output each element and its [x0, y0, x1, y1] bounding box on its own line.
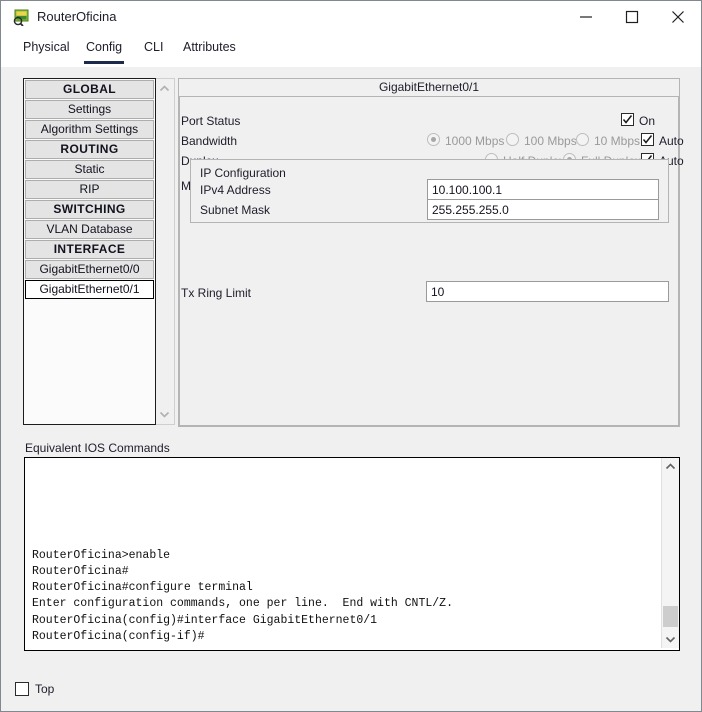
router-config-window: RouterOficina Physical Config CLI Attrib…	[0, 0, 702, 712]
minimize-icon	[579, 1, 593, 33]
sidebar-scroll-up-button[interactable]	[156, 80, 173, 97]
bandwidth-radio-10mbps[interactable]	[576, 133, 589, 146]
maximize-icon	[625, 1, 639, 33]
ios-scroll-thumb[interactable]	[663, 606, 678, 627]
chevron-up-icon	[665, 463, 676, 470]
sidebar-scroll-down-button[interactable]	[156, 406, 173, 423]
sidebar-item-settings[interactable]: Settings	[25, 100, 154, 119]
port-status-checkbox[interactable]	[621, 113, 634, 126]
port-status-label: Port Status	[181, 114, 240, 128]
ios-console-scrollbar[interactable]	[661, 458, 679, 648]
subnet-mask-label: Subnet Mask	[200, 203, 270, 217]
bandwidth-radio-100mbps[interactable]	[506, 133, 519, 146]
tab-attributes[interactable]: Attributes	[181, 40, 238, 62]
sidebar-item-gigabitethernet0-0[interactable]: GigabitEthernet0/0	[25, 260, 154, 279]
sidebar-item-rip[interactable]: RIP	[25, 180, 154, 199]
top-checkbox-label: Top	[35, 682, 54, 696]
tab-cli[interactable]: CLI	[142, 40, 165, 62]
ip-configuration-group: IP Configuration IPv4 Address Subnet Mas…	[190, 159, 669, 223]
bandwidth-option-1000mbps-label: 1000 Mbps	[445, 134, 504, 148]
bandwidth-option-10mbps-label: 10 Mbps	[594, 134, 640, 148]
sidebar-item-gigabitethernet0-1[interactable]: GigabitEthernet0/1	[25, 280, 154, 299]
window-footer: Top	[1, 667, 701, 711]
equivalent-ios-commands-console[interactable]: RouterOficina>enable RouterOficina# Rout…	[24, 457, 680, 651]
sidebar-section-routing: ROUTING	[25, 140, 154, 159]
chevron-down-icon	[665, 636, 676, 643]
tab-strip: Physical Config CLI Attributes	[1, 34, 701, 67]
ios-scroll-down-button[interactable]	[662, 631, 679, 648]
bandwidth-auto-label: Auto	[659, 134, 684, 148]
sidebar-scrollbar[interactable]	[156, 78, 175, 425]
interface-config-panel: GigabitEthernet0/1 Port Status On Bandwi…	[178, 78, 680, 427]
ipv4-address-input[interactable]	[427, 179, 659, 200]
tab-config[interactable]: Config	[84, 40, 124, 62]
checkmark-icon	[622, 114, 633, 125]
equivalent-ios-commands-label: Equivalent IOS Commands	[25, 441, 170, 455]
sidebar-section-global: GLOBAL	[25, 80, 154, 99]
bandwidth-auto-checkbox[interactable]	[641, 133, 654, 146]
bandwidth-option-100mbps-label: 100 Mbps	[524, 134, 577, 148]
sidebar-section-interface: INTERFACE	[25, 240, 154, 259]
panel-title: GigabitEthernet0/1	[179, 79, 679, 97]
tab-physical[interactable]: Physical	[21, 40, 72, 62]
config-content-area: GLOBAL Settings Algorithm Settings ROUTI…	[1, 67, 701, 711]
sidebar-section-switching: SWITCHING	[25, 200, 154, 219]
bandwidth-radio-1000mbps[interactable]	[427, 133, 440, 146]
sidebar-item-vlan-database[interactable]: VLAN Database	[25, 220, 154, 239]
panel-body: Port Status On Bandwidth 1000 Mbps 100 M…	[179, 97, 679, 426]
chevron-up-icon	[159, 85, 170, 92]
packet-tracer-router-icon	[13, 9, 30, 26]
subnet-mask-input[interactable]	[427, 199, 659, 220]
tx-ring-limit-input[interactable]	[426, 281, 669, 302]
window-titlebar: RouterOficina	[1, 1, 701, 35]
sidebar-item-list: GLOBAL Settings Algorithm Settings ROUTI…	[23, 78, 156, 425]
config-sidebar: GLOBAL Settings Algorithm Settings ROUTI…	[23, 78, 175, 427]
ios-console-text: RouterOficina>enable RouterOficina# Rout…	[32, 548, 652, 645]
ip-configuration-group-label: IP Configuration	[200, 166, 286, 180]
sidebar-item-static[interactable]: Static	[25, 160, 154, 179]
checkmark-icon	[642, 134, 653, 145]
minimize-button[interactable]	[563, 1, 609, 33]
sidebar-item-algorithm-settings[interactable]: Algorithm Settings	[25, 120, 154, 139]
maximize-button[interactable]	[609, 1, 655, 33]
ios-scroll-up-button[interactable]	[662, 458, 679, 475]
window-title: RouterOficina	[37, 9, 116, 24]
port-status-on-label: On	[639, 114, 655, 128]
close-icon	[671, 1, 685, 33]
close-button[interactable]	[655, 1, 701, 33]
top-checkbox[interactable]	[15, 682, 29, 696]
ipv4-address-label: IPv4 Address	[200, 183, 271, 197]
tx-ring-limit-label: Tx Ring Limit	[181, 286, 251, 300]
chevron-down-icon	[159, 411, 170, 418]
bandwidth-label: Bandwidth	[181, 134, 237, 148]
